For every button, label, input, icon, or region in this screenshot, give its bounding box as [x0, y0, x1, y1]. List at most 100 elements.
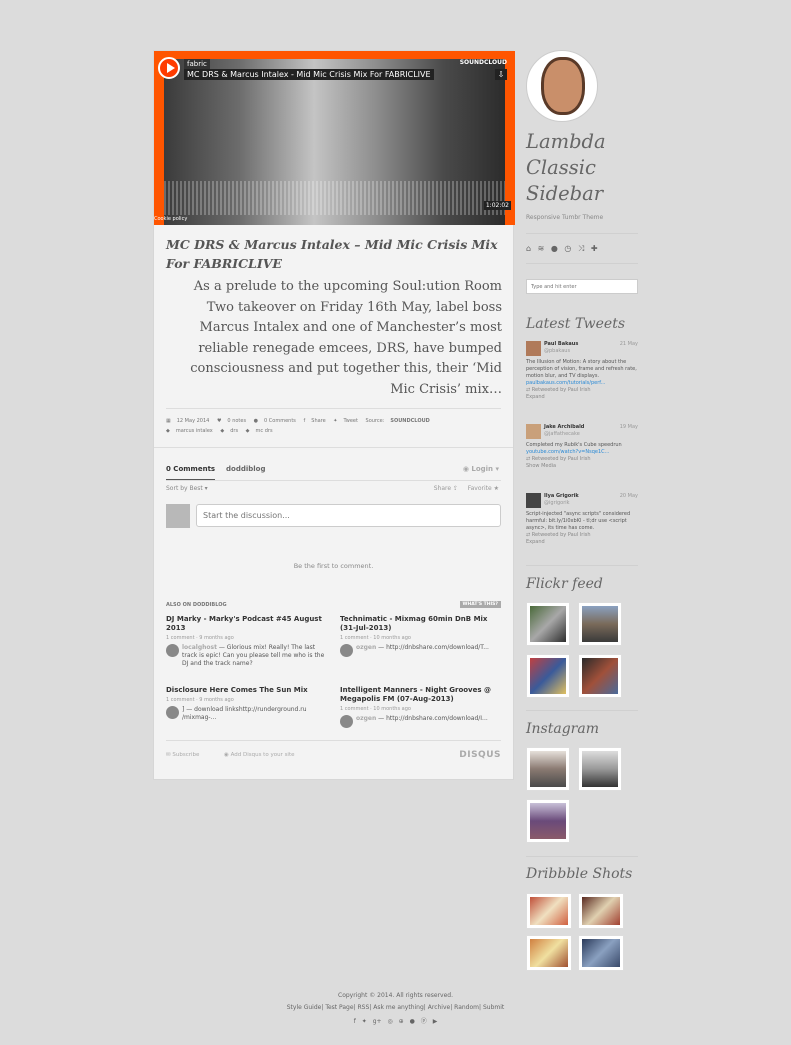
footer-link[interactable]: Archive — [428, 1004, 450, 1011]
related-title[interactable]: DJ Marky - Marky's Podcast #45 August 20… — [166, 615, 326, 633]
sort-dropdown[interactable]: Sort by Best ▾ — [166, 485, 208, 492]
player-user[interactable]: fabric — [184, 59, 210, 69]
tweet-link[interactable]: paulbakaus.com/tutorials/perf... — [526, 380, 605, 386]
soundcloud-player[interactable]: fabric MC DRS & Marcus Intalex - Mid Mic… — [154, 51, 515, 225]
tweet-expand[interactable]: Expand — [526, 394, 545, 400]
tweet-date[interactable]: 20 May — [620, 493, 638, 500]
player-track-title[interactable]: MC DRS & Marcus Intalex - Mid Mic Crisis… — [184, 69, 434, 80]
post-date[interactable]: 12 May 2014 — [177, 418, 210, 424]
cookie-policy-link[interactable]: Cookie policy — [154, 216, 187, 222]
home-icon[interactable]: ⌂ — [526, 244, 531, 253]
avatar[interactable] — [526, 341, 541, 356]
separator: | — [479, 1004, 482, 1011]
shot-image — [530, 939, 568, 967]
separator: | — [369, 1004, 372, 1011]
twitter-icon: ✦ — [333, 418, 338, 424]
disqus-share-button[interactable]: Share ⇪ — [434, 485, 458, 492]
dribbble-shot[interactable] — [578, 935, 624, 971]
footer-link[interactable]: Submit — [483, 1004, 504, 1011]
download-icon[interactable]: ⇩ — [495, 69, 507, 80]
flickr-icon[interactable]: ● — [410, 1018, 415, 1025]
source-link[interactable]: SOUNDCLOUD — [390, 418, 429, 424]
tab-doddiblog[interactable]: doddiblog — [226, 465, 265, 473]
related-count: 1 comment · 9 months ago — [166, 635, 234, 641]
tweet-text: Script-injected "async scripts" consider… — [526, 511, 631, 531]
dribbble-shot[interactable] — [578, 893, 624, 929]
related-comment: localghost — Glorious mix! Really! The l… — [166, 644, 326, 668]
tweet-expand[interactable]: Expand — [526, 539, 545, 545]
tweet-item[interactable]: Jake Archibald @jaffathecake 19 May Comp… — [526, 424, 638, 484]
tweet-author[interactable]: Jake Archibald — [544, 424, 584, 431]
twitter-icon[interactable]: ✦ — [362, 1018, 367, 1025]
tweet-author[interactable]: Paul Bakaus — [544, 341, 578, 348]
related-item[interactable]: Technimatic - Mixmag 60min DnB Mix (31-J… — [340, 615, 500, 657]
googleplus-icon[interactable]: g+ — [373, 1018, 382, 1025]
tweet-handle[interactable]: @pbakaus — [544, 348, 570, 355]
login-dropdown[interactable]: ◉ Login ▾ — [463, 465, 499, 473]
tweet-author[interactable]: Ilya Grigorik — [544, 493, 579, 500]
tab-comments[interactable]: 0 Comments — [166, 465, 216, 481]
avatar[interactable] — [526, 424, 541, 439]
dribbble-shot[interactable] — [526, 935, 572, 971]
soundcloud-logo[interactable]: SOUNDCLOUD — [460, 59, 507, 66]
tweet-handle[interactable]: @igrigorik — [544, 500, 570, 507]
favorite-button[interactable]: Favorite ★ — [468, 485, 499, 492]
instagram-photo[interactable] — [526, 799, 570, 843]
dribbble-shot[interactable] — [526, 893, 572, 929]
tweet-show-media[interactable]: Show Media — [526, 463, 556, 469]
post-title[interactable]: MC DRS & Marcus Intalex – Mid Mic Crisis… — [166, 235, 506, 273]
tweet-date[interactable]: 21 May — [620, 341, 638, 348]
subscribe-link[interactable]: ✉ Subscribe — [166, 752, 199, 758]
related-item[interactable]: Disclosure Here Comes The Sun Mix 1 comm… — [166, 686, 326, 722]
comment-input[interactable] — [196, 504, 501, 527]
tweet-date[interactable]: 19 May — [620, 424, 638, 431]
search-input[interactable] — [526, 279, 638, 294]
tweet-link[interactable]: Tweet — [344, 418, 358, 424]
tag-item[interactable]: drs — [230, 428, 238, 434]
disqus-logo[interactable]: DISQUS — [459, 750, 501, 760]
whats-this-button[interactable]: WHAT'S THIS? — [459, 601, 501, 608]
avatar[interactable] — [526, 493, 541, 508]
play-button[interactable] — [158, 57, 180, 79]
related-title[interactable]: Disclosure Here Comes The Sun Mix — [166, 686, 326, 695]
tweet-item[interactable]: Ilya Grigorik @igrigorik 20 May Script-i… — [526, 493, 638, 563]
instagram-icon[interactable]: ◎ — [387, 1018, 392, 1025]
tweet-item[interactable]: Paul Bakaus @pbakaus 21 May The Illusion… — [526, 341, 638, 411]
flickr-photo[interactable] — [526, 654, 570, 698]
pinterest-icon[interactable]: ⓟ — [421, 1018, 427, 1025]
blog-title[interactable]: Lambda Classic Sidebar — [526, 129, 641, 207]
tweet-handle[interactable]: @jaffathecake — [544, 431, 580, 438]
related-item[interactable]: Intelligent Manners - Night Grooves @ Me… — [340, 686, 500, 728]
instagram-photo[interactable] — [578, 747, 622, 791]
dribbble-icon[interactable]: ⊕ — [399, 1018, 404, 1025]
flickr-photo[interactable] — [578, 602, 622, 646]
tag-item[interactable]: mc drs — [256, 428, 273, 434]
plus-icon[interactable]: ✚ — [591, 244, 598, 253]
related-item[interactable]: DJ Marky - Marky's Podcast #45 August 20… — [166, 615, 326, 668]
tweet-link[interactable]: youtube.com/watch?v=Nsqe1C... — [526, 449, 609, 455]
blog-avatar[interactable] — [526, 50, 598, 122]
facebook-icon[interactable]: f — [354, 1018, 356, 1025]
flickr-photo[interactable] — [578, 654, 622, 698]
footer-link[interactable]: Ask me anything — [373, 1004, 424, 1011]
empty-comments-message: Be the first to comment. — [293, 562, 374, 570]
instagram-photo[interactable] — [526, 747, 570, 791]
shot-image — [582, 897, 620, 925]
rss-icon[interactable]: ≋ — [538, 244, 545, 253]
footer-link[interactable]: Style Guide — [287, 1004, 322, 1011]
footer-link[interactable]: Random — [454, 1004, 479, 1011]
flickr-photo[interactable] — [526, 602, 570, 646]
post-notes[interactable]: 0 notes — [227, 418, 246, 424]
footer-link[interactable]: RSS — [358, 1004, 370, 1011]
footer-link[interactable]: Test Page — [325, 1004, 353, 1011]
share-link[interactable]: Share — [311, 418, 325, 424]
clock-icon[interactable]: ◷ — [564, 244, 571, 253]
related-title[interactable]: Technimatic - Mixmag 60min DnB Mix (31-J… — [340, 615, 500, 633]
related-title[interactable]: Intelligent Manners - Night Grooves @ Me… — [340, 686, 500, 704]
post-comments[interactable]: 0 Comments — [264, 418, 296, 424]
chat-icon[interactable]: ● — [551, 244, 558, 253]
youtube-icon[interactable]: ▶ — [433, 1018, 438, 1025]
tag-item[interactable]: marcus intalex — [176, 428, 213, 434]
shuffle-icon[interactable]: ⤨ — [578, 244, 584, 253]
add-disqus-link[interactable]: ◉ Add Disqus to your site — [224, 752, 295, 758]
